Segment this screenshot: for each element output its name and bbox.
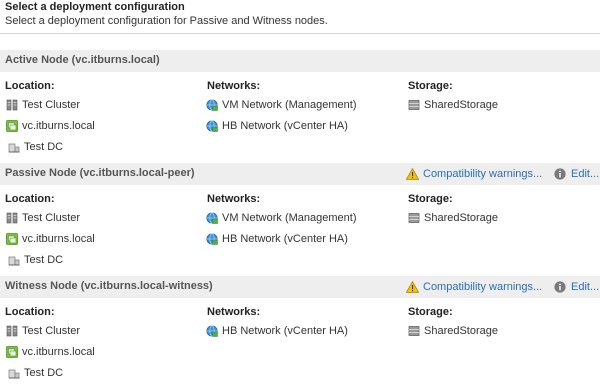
location-heading: Location: — [5, 193, 55, 205]
section-header: Active Node (vc.itburns.local) — [0, 50, 600, 72]
compatibility-warnings-link[interactable]: Compatibility warnings... — [406, 279, 542, 295]
location-label: Test DC — [24, 141, 64, 153]
datacenter-icon — [8, 367, 20, 379]
network-item: VM Network (Management) — [206, 210, 357, 226]
network-label: VM Network (Management) — [222, 99, 357, 111]
location-label: vc.itburns.local — [22, 233, 95, 245]
location-item-vm: vc.itburns.local — [6, 231, 95, 247]
warning-link-label: Compatibility warnings... — [423, 168, 543, 180]
network-label: VM Network (Management) — [222, 212, 357, 224]
network-item: HB Network (vCenter HA) — [206, 118, 348, 134]
passive-node-section: Passive Node (vc.itburns.local-peer) Com… — [0, 163, 600, 273]
network-item: VM Network (Management) — [206, 97, 357, 113]
network-item: HB Network (vCenter HA) — [206, 231, 348, 247]
edit-link-label: Edit... — [571, 281, 600, 293]
location-item-cluster: Test Cluster — [6, 323, 80, 339]
storage-heading: Storage: — [408, 193, 453, 205]
location-label: vc.itburns.local — [22, 346, 95, 358]
location-heading: Location: — [5, 80, 55, 92]
cluster-icon — [6, 325, 18, 337]
storage-label: SharedStorage — [424, 99, 498, 111]
storage-item: SharedStorage — [408, 97, 498, 113]
networks-heading: Networks: — [207, 193, 261, 205]
location-label: Test DC — [24, 367, 64, 379]
divider — [0, 33, 600, 34]
network-icon — [206, 99, 218, 111]
section-header: Witness Node (vc.itburns.local-witness) … — [0, 276, 600, 298]
page-title: Select a deployment configuration — [5, 1, 185, 13]
networks-heading: Networks: — [207, 306, 261, 318]
warning-icon — [406, 168, 419, 180]
edit-link[interactable]: Edit... — [554, 279, 599, 295]
location-label: Test DC — [24, 254, 64, 266]
network-icon — [206, 233, 218, 245]
network-item: HB Network (vCenter HA) — [206, 323, 348, 339]
edit-link-label: Edit... — [571, 168, 600, 180]
storage-label: SharedStorage — [424, 325, 498, 337]
storage-label: SharedStorage — [424, 212, 498, 224]
compatibility-warnings-link[interactable]: Compatibility warnings... — [406, 166, 542, 182]
vm-icon — [6, 346, 18, 358]
location-label: vc.itburns.local — [22, 120, 95, 132]
node-title: Witness Node (vc.itburns.local-witness) — [5, 280, 213, 292]
location-heading: Location: — [5, 306, 55, 318]
location-item-datacenter: Test DC — [8, 252, 63, 268]
network-icon — [206, 212, 218, 224]
vm-icon — [6, 233, 18, 245]
info-icon — [554, 281, 566, 293]
storage-heading: Storage: — [408, 80, 453, 92]
storage-heading: Storage: — [408, 306, 453, 318]
warning-icon — [406, 281, 419, 293]
warning-link-label: Compatibility warnings... — [423, 281, 543, 293]
location-label: Test Cluster — [22, 212, 81, 224]
location-label: Test Cluster — [22, 325, 81, 337]
witness-node-section: Witness Node (vc.itburns.local-witness) … — [0, 276, 600, 386]
network-icon — [206, 120, 218, 132]
datacenter-icon — [8, 254, 20, 266]
network-label: HB Network (vCenter HA) — [222, 233, 348, 245]
location-item-datacenter: Test DC — [8, 365, 63, 381]
cluster-icon — [6, 212, 18, 224]
datastore-icon — [408, 325, 420, 337]
datastore-icon — [408, 99, 420, 111]
edit-link[interactable]: Edit... — [554, 166, 599, 182]
info-icon — [554, 168, 566, 180]
page-subtitle: Select a deployment configuration for Pa… — [5, 15, 328, 27]
datacenter-icon — [8, 141, 20, 153]
location-item-datacenter: Test DC — [8, 139, 63, 155]
cluster-icon — [6, 99, 18, 111]
vm-icon — [6, 120, 18, 132]
network-label: HB Network (vCenter HA) — [222, 120, 348, 132]
node-title: Active Node (vc.itburns.local) — [5, 54, 160, 66]
network-icon — [206, 325, 218, 337]
location-item-cluster: Test Cluster — [6, 97, 80, 113]
section-header: Passive Node (vc.itburns.local-peer) Com… — [0, 163, 600, 185]
storage-item: SharedStorage — [408, 210, 498, 226]
location-item-cluster: Test Cluster — [6, 210, 80, 226]
storage-item: SharedStorage — [408, 323, 498, 339]
datastore-icon — [408, 212, 420, 224]
active-node-section: Active Node (vc.itburns.local) Location:… — [0, 50, 600, 160]
location-label: Test Cluster — [22, 99, 81, 111]
network-label: HB Network (vCenter HA) — [222, 325, 348, 337]
networks-heading: Networks: — [207, 80, 261, 92]
page-header: Select a deployment configuration Select… — [0, 0, 600, 36]
location-item-vm: vc.itburns.local — [6, 344, 95, 360]
node-title: Passive Node (vc.itburns.local-peer) — [5, 167, 195, 179]
location-item-vm: vc.itburns.local — [6, 118, 95, 134]
